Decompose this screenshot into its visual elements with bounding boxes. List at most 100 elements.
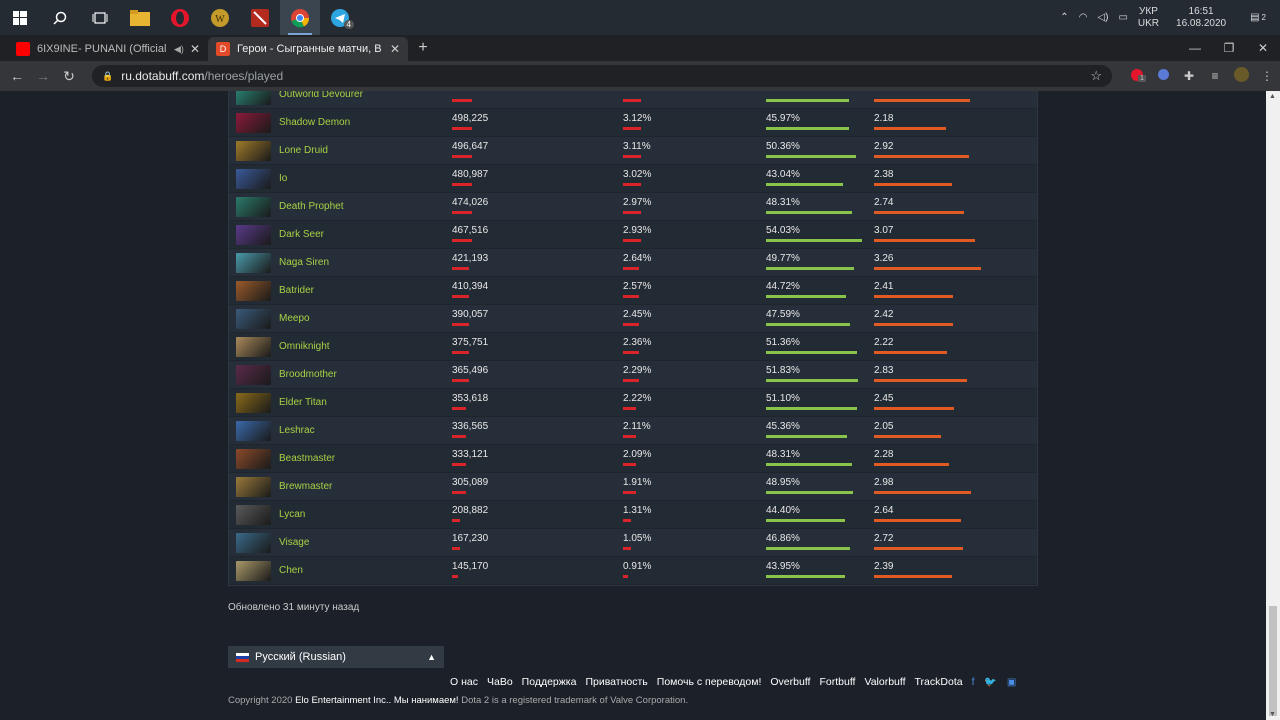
hero-portrait[interactable]: [236, 309, 271, 329]
forward-icon[interactable]: →: [30, 68, 56, 84]
table-row[interactable]: Chen 145,170 0.91% 43.95% 2.39: [229, 557, 1037, 585]
scroll-down-icon[interactable]: ▼: [1269, 711, 1276, 718]
close-tab-icon[interactable]: ✕: [190, 42, 200, 56]
file-explorer-icon[interactable]: [120, 0, 160, 35]
hero-name-link[interactable]: Omniknight: [279, 341, 330, 352]
telegram-icon[interactable]: 4: [320, 0, 360, 35]
hero-name-link[interactable]: Beastmaster: [279, 453, 335, 464]
search-icon[interactable]: [40, 0, 80, 35]
table-row[interactable]: Lone Druid 496,647 3.11% 50.36% 2.92: [229, 137, 1037, 165]
table-row[interactable]: Outworld Devourer: [229, 91, 1037, 109]
new-tab-button[interactable]: +: [408, 37, 438, 61]
twitter-icon[interactable]: 🐦: [984, 677, 996, 688]
address-bar[interactable]: 🔒 ru.dotabuff.com/heroes/played ☆: [92, 65, 1112, 87]
reload-icon[interactable]: ↻: [56, 68, 82, 85]
table-row[interactable]: Dark Seer 467,516 2.93% 54.03% 3.07: [229, 221, 1037, 249]
table-row[interactable]: Beastmaster 333,121 2.09% 48.31% 2.28: [229, 445, 1037, 473]
close-window-button[interactable]: ✕: [1246, 41, 1280, 55]
table-row[interactable]: Naga Siren 421,193 2.64% 49.77% 3.26: [229, 249, 1037, 277]
hero-portrait[interactable]: [236, 169, 271, 189]
table-row[interactable]: Leshrac 336,565 2.11% 45.36% 2.05: [229, 417, 1037, 445]
footer-link-overbuff[interactable]: Overbuff: [770, 676, 810, 688]
table-row[interactable]: Lycan 208,882 1.31% 44.40% 2.64: [229, 501, 1037, 529]
hero-name-link[interactable]: Leshrac: [279, 425, 315, 436]
hero-portrait[interactable]: [236, 449, 271, 469]
profile-avatar[interactable]: [1228, 67, 1254, 85]
footer-link-about[interactable]: О нас: [450, 676, 478, 688]
chevron-up-icon[interactable]: ⌃: [1055, 12, 1073, 23]
hero-portrait[interactable]: [236, 477, 271, 497]
hero-portrait[interactable]: [236, 253, 271, 273]
hero-portrait[interactable]: [236, 561, 271, 581]
clock[interactable]: 16:51 16.08.2020: [1164, 6, 1238, 30]
table-row[interactable]: Broodmother 365,496 2.29% 51.83% 2.83: [229, 361, 1037, 389]
footer-link-trackdota[interactable]: TrackDota: [915, 676, 963, 688]
hero-name-link[interactable]: Visage: [279, 537, 309, 548]
hiring-link[interactable]: . Мы нанимаем!: [389, 695, 459, 706]
hero-name-link[interactable]: Outworld Devourer: [279, 91, 363, 100]
vpn-extension-icon[interactable]: [1150, 69, 1176, 83]
media-queue-icon[interactable]: ≡: [1202, 69, 1228, 83]
hero-name-link[interactable]: Brewmaster: [279, 481, 332, 492]
hero-name-link[interactable]: Meepo: [279, 313, 310, 324]
windows-start-icon[interactable]: [0, 0, 40, 35]
footer-link-faq[interactable]: ЧаВо: [487, 676, 513, 688]
language-selector[interactable]: Русский (Russian) ▲: [228, 646, 444, 668]
hero-name-link[interactable]: Chen: [279, 565, 303, 576]
hero-portrait[interactable]: [236, 113, 271, 133]
hero-portrait[interactable]: [236, 225, 271, 245]
opera-icon[interactable]: [160, 0, 200, 35]
tab-dotabuff[interactable]: D Герои - Сыгранные матчи, В эт ✕: [208, 37, 408, 61]
hero-portrait[interactable]: [236, 393, 271, 413]
discord-icon[interactable]: ▣: [1007, 677, 1016, 688]
footer-link-fortbuff[interactable]: Fortbuff: [819, 676, 855, 688]
notifications-icon[interactable]: ▤ 2: [1238, 12, 1280, 23]
extensions-puzzle-icon[interactable]: ✚: [1176, 69, 1202, 83]
hero-portrait[interactable]: [236, 365, 271, 385]
bookmark-star-icon[interactable]: ☆: [1090, 68, 1102, 84]
table-row[interactable]: Visage 167,230 1.05% 46.86% 2.72: [229, 529, 1037, 557]
hero-name-link[interactable]: Death Prophet: [279, 201, 344, 212]
hero-portrait[interactable]: [236, 421, 271, 441]
hero-name-link[interactable]: Broodmother: [279, 369, 337, 380]
close-tab-icon[interactable]: ✕: [390, 42, 400, 56]
hero-name-link[interactable]: Dark Seer: [279, 229, 324, 240]
wifi-icon[interactable]: ◠: [1074, 12, 1093, 23]
scroll-up-icon[interactable]: ▲: [1269, 93, 1276, 100]
table-row[interactable]: Io 480,987 3.02% 43.04% 2.38: [229, 165, 1037, 193]
footer-link-privacy[interactable]: Приватность: [585, 676, 647, 688]
minimize-button[interactable]: —: [1178, 41, 1212, 55]
hero-name-link[interactable]: Naga Siren: [279, 257, 329, 268]
hero-name-link[interactable]: Lycan: [279, 509, 305, 520]
hero-portrait[interactable]: [236, 197, 271, 217]
adblock-extension-icon[interactable]: 1: [1124, 68, 1150, 84]
battery-icon[interactable]: ▭: [1113, 12, 1132, 23]
audio-icon[interactable]: ◀): [174, 44, 184, 55]
hero-portrait[interactable]: [236, 533, 271, 553]
warcraft-icon[interactable]: W: [200, 0, 240, 35]
lock-icon[interactable]: 🔒: [102, 71, 113, 82]
hero-name-link[interactable]: Lone Druid: [279, 145, 328, 156]
hero-portrait[interactable]: [236, 337, 271, 357]
table-row[interactable]: Shadow Demon 498,225 3.12% 45.97% 2.18: [229, 109, 1037, 137]
back-icon[interactable]: ←: [4, 68, 30, 84]
table-row[interactable]: Omniknight 375,751 2.36% 51.36% 2.22: [229, 333, 1037, 361]
restore-button[interactable]: ❐: [1212, 41, 1246, 55]
company-link[interactable]: Elo Entertainment Inc.: [295, 695, 388, 706]
chrome-icon[interactable]: [280, 0, 320, 35]
table-row[interactable]: Death Prophet 474,026 2.97% 48.31% 2.74: [229, 193, 1037, 221]
hero-name-link[interactable]: Shadow Demon: [279, 117, 350, 128]
table-row[interactable]: Batrider 410,394 2.57% 44.72% 2.41: [229, 277, 1037, 305]
volume-icon[interactable]: ◁): [1092, 12, 1113, 23]
hero-name-link[interactable]: Elder Titan: [279, 397, 327, 408]
table-row[interactable]: Brewmaster 305,089 1.91% 48.95% 2.98: [229, 473, 1037, 501]
hero-portrait[interactable]: [236, 505, 271, 525]
task-view-icon[interactable]: [80, 0, 120, 35]
table-row[interactable]: Meepo 390,057 2.45% 47.59% 2.42: [229, 305, 1037, 333]
hero-portrait[interactable]: [236, 91, 271, 105]
footer-link-support[interactable]: Поддержка: [522, 676, 577, 688]
facebook-icon[interactable]: f: [972, 677, 975, 688]
dota2-icon[interactable]: [240, 0, 280, 35]
menu-kebab-icon[interactable]: ⋮: [1254, 69, 1280, 83]
language-indicator[interactable]: УКР UKR: [1133, 6, 1164, 30]
